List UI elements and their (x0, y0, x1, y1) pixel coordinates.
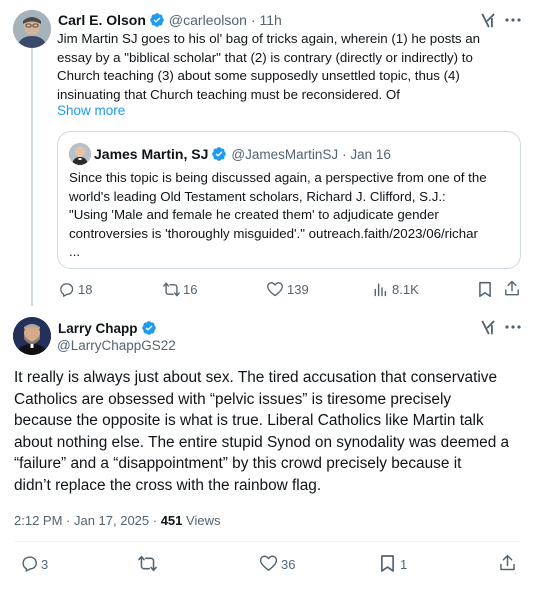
text-line: about nothing else. The entire stupid Sy… (14, 433, 510, 451)
text-line: didn’t replace the cross with the rainbo… (14, 476, 322, 494)
text-line: Church teaching (3) about some supposedl… (57, 68, 460, 83)
verified-icon (149, 12, 165, 28)
text-line: Jim Martin SJ goes to his ol' bag of tri… (57, 31, 481, 46)
reply-count: 3 (41, 557, 49, 572)
text-line: controversies is 'thoroughly misguided'.… (69, 225, 478, 241)
like-count: 139 (287, 282, 309, 297)
tweet-text: Jim Martin SJ goes to his ol' bag of tri… (57, 30, 480, 104)
text-line: “failure” and a “disappointment” by this… (14, 455, 462, 473)
reply-count: 18 (78, 282, 93, 297)
thread-line (31, 48, 33, 306)
text-line: insinuating that Church teaching must be… (57, 86, 400, 102)
quoted-tweet-card[interactable]: James Martin, SJ @JamesMartinSJ · Jan 16… (57, 131, 521, 269)
grok-icon[interactable] (478, 317, 498, 337)
text-line: because the opposite is what is true. Li… (14, 412, 484, 430)
reply-icon[interactable] (57, 280, 75, 298)
share-icon[interactable] (503, 279, 521, 298)
bookmark-icon[interactable] (378, 553, 396, 573)
like-icon[interactable] (266, 280, 284, 298)
text-line: ... (69, 244, 81, 259)
grok-icon[interactable] (478, 10, 498, 30)
more-icon[interactable] (503, 317, 523, 337)
verified-icon (141, 320, 157, 336)
quoted-text: Since this topic is being discussed agai… (69, 169, 487, 262)
show-more-link[interactable]: Show more (57, 103, 125, 118)
text-line: world's leading Old Testament scholars, … (69, 188, 446, 204)
reply-icon[interactable] (19, 553, 39, 573)
like-icon[interactable] (258, 553, 278, 573)
quoted-author-name[interactable]: James Martin, SJ (94, 146, 208, 162)
views-count: 8.1K (392, 282, 419, 297)
views-label: Views (182, 512, 221, 528)
repost-icon[interactable] (161, 280, 181, 298)
share-icon[interactable] (497, 553, 517, 573)
text-line: "Using 'Male and female he created them'… (69, 207, 439, 222)
verified-icon (211, 146, 227, 162)
views-count: 451 (160, 512, 183, 528)
bookmark-icon[interactable] (477, 280, 493, 298)
repost-count: 16 (183, 282, 198, 297)
post-timestamp[interactable]: 2:12 PM · Jan 17, 2025 · (14, 513, 161, 528)
author-name[interactable]: Larry Chapp (58, 321, 138, 336)
avatar[interactable] (13, 317, 51, 355)
text-line: essay by a "biblical scholar" that (2) i… (57, 49, 473, 65)
views-icon[interactable] (371, 280, 389, 298)
avatar[interactable] (69, 143, 91, 165)
timestamp[interactable]: · 11h (251, 12, 282, 28)
repost-icon[interactable] (136, 553, 158, 573)
author-handle[interactable]: @carleolson (169, 12, 247, 28)
tweet-meta: 2:12 PM · Jan 17, 2025 · 451 Views (14, 511, 220, 529)
bookmark-count: 1 (400, 557, 408, 572)
author-handle[interactable]: @LarryChappGS22 (57, 338, 176, 353)
quoted-date: · Jan 16 (342, 146, 391, 162)
text-line: It really is always just about sex. The … (14, 369, 498, 386)
author-name[interactable]: Carl E. Olson (58, 12, 146, 28)
text-line: Since this topic is being discussed agai… (69, 170, 487, 185)
avatar[interactable] (13, 10, 51, 48)
more-icon[interactable] (503, 10, 523, 30)
text-line: Catholics are obsessed with “pelvic issu… (14, 390, 452, 408)
divider (14, 541, 521, 542)
like-count: 36 (281, 557, 296, 572)
quoted-author-handle[interactable]: @JamesMartinSJ (231, 147, 338, 162)
tweet-text: It really is always just about sex. The … (14, 367, 509, 497)
